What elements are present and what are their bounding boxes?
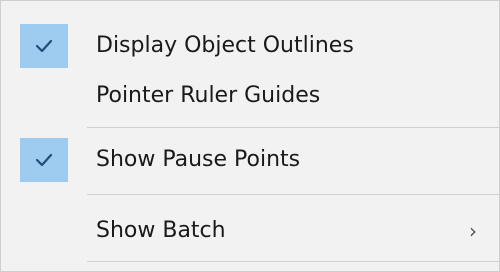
checkmark-cell	[20, 24, 68, 68]
check-icon	[35, 39, 53, 53]
chevron-right-icon: ›	[469, 219, 477, 243]
menu-item-show-batch[interactable]: Show Batch ›	[1, 209, 499, 253]
menu-item-label: Show Batch	[96, 218, 226, 243]
menu-item-label: Display Object Outlines	[96, 33, 354, 58]
menu-item-display-object-outlines[interactable]: Display Object Outlines	[1, 24, 499, 68]
menu-separator	[87, 127, 499, 128]
menu-item-pointer-ruler-guides[interactable]: Pointer Ruler Guides	[1, 74, 499, 118]
menu-item-label: Pointer Ruler Guides	[96, 83, 321, 108]
checkmark-cell	[20, 138, 68, 182]
menu-item-label: Show Pause Points	[96, 147, 301, 172]
menu-separator	[87, 194, 499, 195]
menu-item-show-pause-points[interactable]: Show Pause Points	[1, 138, 499, 182]
context-menu: Display Object Outlines Pointer Ruler Gu…	[0, 0, 500, 272]
menu-separator	[87, 261, 499, 262]
check-icon	[35, 153, 53, 167]
